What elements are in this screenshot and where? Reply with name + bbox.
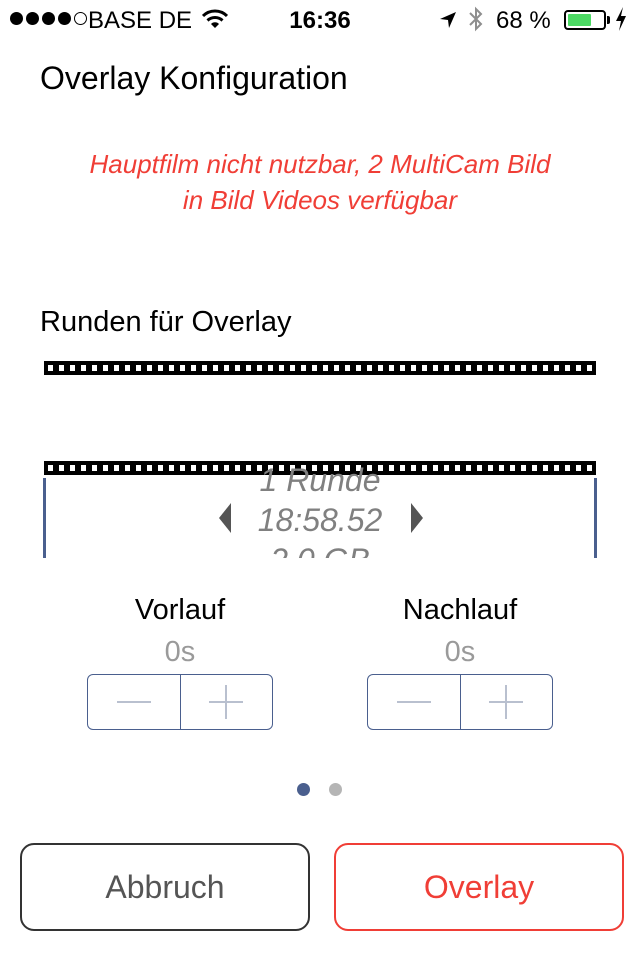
location-arrow-icon <box>438 9 458 37</box>
page-indicator-dot[interactable] <box>329 783 342 796</box>
post-roll-value: 0s <box>444 636 476 668</box>
lap-picker-right-edge <box>594 478 597 558</box>
post-roll-stepper[interactable] <box>367 674 553 730</box>
warning-line-1: Hauptfilm nicht nutzbar, 2 MultiCam Bild <box>89 149 551 179</box>
post-roll-label: Nachlauf <box>402 594 518 626</box>
minus-icon <box>116 701 151 703</box>
lap-picker[interactable]: 1 Runde 18:58.52 2.0 GB <box>60 462 580 558</box>
minus-icon <box>396 701 431 703</box>
previous-lap-arrow-icon[interactable] <box>219 503 231 533</box>
laps-section-label: Runden für Overlay <box>40 306 292 338</box>
post-roll-decrement-button[interactable] <box>368 675 460 729</box>
bluetooth-icon <box>468 6 484 39</box>
lap-count-label: 1 Runde <box>259 462 381 498</box>
plus-icon <box>489 685 524 719</box>
lap-size-label: 2.0 GB <box>60 542 580 558</box>
page-indicator-dot[interactable] <box>297 783 310 796</box>
filmstrip-top[interactable] <box>44 361 596 375</box>
post-roll-increment-button[interactable] <box>459 675 553 729</box>
overlay-button[interactable]: Overlay <box>334 843 624 931</box>
page-title: Overlay Konfiguration <box>40 60 348 96</box>
warning-line-2: in Bild Videos verfügbar <box>182 185 458 215</box>
pre-roll-label: Vorlauf <box>134 594 226 626</box>
pre-roll-decrement-button[interactable] <box>88 675 180 729</box>
pre-roll-value: 0s <box>164 636 196 668</box>
battery-tip <box>607 16 610 24</box>
cancel-button[interactable]: Abbruch <box>20 843 310 931</box>
warning-message: Hauptfilm nicht nutzbar, 2 MultiCam Bild… <box>20 146 620 218</box>
lap-time-label: 18:58.52 <box>257 502 383 538</box>
battery-percentage: 68 % <box>496 7 551 34</box>
battery-icon <box>564 10 606 30</box>
lap-picker-left-edge <box>43 478 46 558</box>
status-bar: BASE DE 16:36 68 % <box>0 0 640 40</box>
charging-bolt-icon <box>614 6 628 39</box>
plus-icon <box>209 685 244 719</box>
next-lap-arrow-icon[interactable] <box>411 503 423 533</box>
pre-roll-increment-button[interactable] <box>179 675 273 729</box>
pre-roll-stepper[interactable] <box>87 674 273 730</box>
